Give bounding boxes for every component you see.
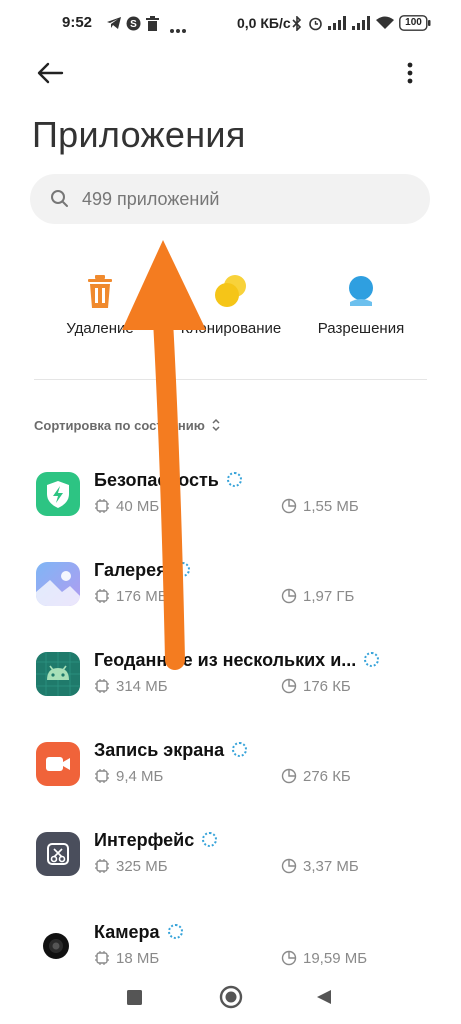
pie-icon [281,950,297,966]
app-name: Камера [94,922,183,943]
pie-icon [281,588,297,604]
app-data-size: 176 КБ [281,678,351,695]
list-item[interactable]: Запись экрана 9,4 МБ 276 КБ [0,740,461,822]
square-icon [127,990,142,1005]
app-memory: 176 МБ [94,588,168,605]
search-input[interactable] [82,174,412,224]
status-time: 9:52 [62,14,93,31]
security-icon [36,472,80,516]
app-memory: 314 МБ [94,678,168,695]
recents-button[interactable] [127,990,142,1010]
chip-icon [95,499,109,513]
telegram-icon [106,16,122,35]
app-name: Запись экрана [94,740,248,761]
pie-icon [281,768,297,784]
loading-spinner-icon [174,562,190,578]
trash-status-icon [146,16,159,36]
status-bar: 9:52 S 0,0 КБ/с 100 [0,0,461,48]
shortcut-clone[interactable]: Клонирование [161,268,301,348]
clone-icon [213,272,249,312]
shortcut-label: Разрешения [317,320,405,337]
app-data-size: 19,59 МБ [281,950,367,967]
skype-icon: S [126,16,141,36]
system-nav-bar [0,970,461,1024]
pie-icon [281,858,297,874]
list-item[interactable]: Галерея 176 МБ 1,97 ГБ [0,560,461,642]
sort-label: Сортировка по состоянию [34,418,205,433]
signal-icon-2 [352,16,370,35]
android-icon [36,652,80,696]
app-data-size: 276 КБ [281,768,351,785]
more-notifications-icon [170,20,186,38]
more-options-button[interactable] [398,58,422,88]
search-bar[interactable] [30,174,430,224]
chip-icon [95,679,109,693]
loading-spinner-icon [167,924,183,940]
loading-spinner-icon [226,472,242,488]
svg-text:S: S [130,19,137,30]
network-speed: 0,0 КБ/с [237,15,291,31]
screen: 9:52 S 0,0 КБ/с 100 Приложения 499 прило… [0,0,461,1024]
app-memory: 325 МБ [94,858,168,875]
list-item[interactable]: Геоданные из нескольких и... 314 МБ 176 … [0,650,461,732]
home-button[interactable] [219,985,243,1014]
loading-spinner-icon [232,742,248,758]
camera-icon [36,924,80,968]
triangle-back-icon [317,990,331,1004]
pie-icon [281,678,297,694]
wifi-icon [376,16,394,35]
chip-icon [95,589,109,603]
circle-home-icon [219,985,243,1009]
back-button[interactable] [34,58,68,88]
loading-spinner-icon [202,832,218,848]
battery-icon: 100 [399,15,431,36]
app-memory: 9,4 МБ [94,768,163,785]
screen-record-icon [36,742,80,786]
chip-icon [95,769,109,783]
app-memory: 18 МБ [94,950,159,967]
chevron-updown-icon [211,418,221,435]
interface-icon [36,832,80,876]
divider [34,379,427,380]
list-item[interactable]: Интерфейс 325 МБ 3,37 МБ [0,830,461,912]
app-name: Галерея [94,560,190,581]
loading-spinner-icon [364,652,380,668]
alarm-icon [308,16,323,36]
shortcut-permissions[interactable]: Разрешения [291,268,431,348]
search-icon [50,189,70,214]
chip-icon [95,951,109,965]
shortcut-uninstall[interactable]: Удаление [30,268,170,348]
more-vert-icon [407,62,413,84]
list-item[interactable]: Безопасность 40 МБ 1,55 МБ [0,470,461,552]
app-data-size: 3,37 МБ [281,858,359,875]
sort-selector[interactable]: Сортировка по состоянию [34,418,221,435]
pie-icon [281,498,297,514]
app-data-size: 1,97 ГБ [281,588,354,605]
permissions-icon [343,272,379,312]
page-title: Приложения [32,114,246,155]
app-name: Безопасность [94,470,242,491]
app-name: Интерфейс [94,830,218,851]
shortcut-label: Клонирование [180,320,282,337]
signal-icon-1 [328,16,346,35]
shortcut-label: Удаление [66,320,134,337]
back-arrow-icon [37,62,64,84]
trash-icon [82,272,118,312]
bluetooth-icon [292,15,302,36]
chip-icon [95,859,109,873]
gallery-icon [36,562,80,606]
back-nav-button[interactable] [316,989,332,1010]
app-memory: 40 МБ [94,498,159,515]
app-name: Геоданные из нескольких и... [94,650,380,671]
battery-level: 100 [405,17,422,28]
app-data-size: 1,55 МБ [281,498,359,515]
